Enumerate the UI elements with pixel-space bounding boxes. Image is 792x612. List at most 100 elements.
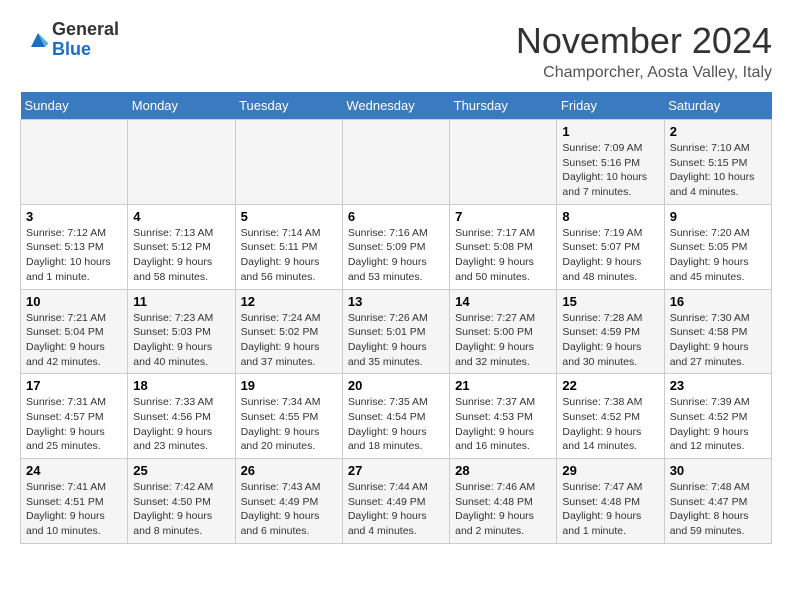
calendar-cell: 4 Sunrise: 7:13 AMSunset: 5:12 PMDaylight… bbox=[128, 204, 235, 289]
calendar-cell: 22 Sunrise: 7:38 AMSunset: 4:52 PMDayligh… bbox=[557, 374, 664, 459]
calendar-cell: 11Sunrise: 7:23 AMSunset: 5:03 PMDayligh… bbox=[128, 289, 235, 374]
calendar-cell: 26Sunrise: 7:43 AMSunset: 4:49 PMDayligh… bbox=[235, 459, 342, 544]
day-header-friday: Friday bbox=[557, 92, 664, 120]
day-number: 5 bbox=[241, 209, 337, 224]
calendar-cell: 17 Sunrise: 7:31 AMSunset: 4:57 PMDayligh… bbox=[21, 374, 128, 459]
day-info: Sunrise: 7:28 AMSunset: 4:59 PMDaylight:… bbox=[562, 311, 658, 370]
calendar-cell: 1 Sunrise: 7:09 AMSunset: 5:16 PMDaylight… bbox=[557, 120, 664, 205]
day-header-saturday: Saturday bbox=[664, 92, 771, 120]
day-number: 4 bbox=[133, 209, 229, 224]
calendar-cell: 29 Sunrise: 7:47 AMSunset: 4:48 PMDayligh… bbox=[557, 459, 664, 544]
location-title: Champorcher, Aosta Valley, Italy bbox=[516, 64, 772, 82]
day-info: Sunrise: 7:44 AMSunset: 4:49 PMDaylight:… bbox=[348, 480, 444, 539]
day-info: Sunrise: 7:31 AMSunset: 4:57 PMDaylight:… bbox=[26, 395, 122, 454]
calendar-cell: 9 Sunrise: 7:20 AMSunset: 5:05 PMDaylight… bbox=[664, 204, 771, 289]
day-number: 30 bbox=[670, 463, 766, 478]
calendar-header-row: SundayMondayTuesdayWednesdayThursdayFrid… bbox=[21, 92, 772, 120]
day-info: Sunrise: 7:38 AMSunset: 4:52 PMDaylight:… bbox=[562, 395, 658, 454]
calendar-cell bbox=[450, 120, 557, 205]
logo-text: General Blue bbox=[52, 20, 119, 60]
calendar-cell: 15Sunrise: 7:28 AMSunset: 4:59 PMDayligh… bbox=[557, 289, 664, 374]
day-number: 21 bbox=[455, 378, 551, 393]
calendar-week-5: 24 Sunrise: 7:41 AMSunset: 4:51 PMDayligh… bbox=[21, 459, 772, 544]
day-info: Sunrise: 7:39 AMSunset: 4:52 PMDaylight:… bbox=[670, 395, 766, 454]
day-info: Sunrise: 7:37 AMSunset: 4:53 PMDaylight:… bbox=[455, 395, 551, 454]
calendar-week-2: 3Sunrise: 7:12 AMSunset: 5:13 PMDaylight… bbox=[21, 204, 772, 289]
logo-blue: Blue bbox=[52, 40, 119, 60]
calendar-cell: 18 Sunrise: 7:33 AMSunset: 4:56 PMDayligh… bbox=[128, 374, 235, 459]
calendar-cell bbox=[342, 120, 449, 205]
day-info: Sunrise: 7:19 AMSunset: 5:07 PMDaylight:… bbox=[562, 226, 658, 285]
calendar-cell: 7Sunrise: 7:17 AMSunset: 5:08 PMDaylight… bbox=[450, 204, 557, 289]
day-info: Sunrise: 7:47 AMSunset: 4:48 PMDaylight:… bbox=[562, 480, 658, 539]
logo: General Blue bbox=[20, 20, 119, 60]
calendar-cell: 28 Sunrise: 7:46 AMSunset: 4:48 PMDayligh… bbox=[450, 459, 557, 544]
calendar-cell: 6 Sunrise: 7:16 AMSunset: 5:09 PMDaylight… bbox=[342, 204, 449, 289]
month-title: November 2024 bbox=[516, 20, 772, 62]
day-number: 24 bbox=[26, 463, 122, 478]
day-info: Sunrise: 7:43 AMSunset: 4:49 PMDaylight:… bbox=[241, 480, 337, 539]
day-number: 6 bbox=[348, 209, 444, 224]
day-info: Sunrise: 7:33 AMSunset: 4:56 PMDaylight:… bbox=[133, 395, 229, 454]
day-info: Sunrise: 7:35 AMSunset: 4:54 PMDaylight:… bbox=[348, 395, 444, 454]
day-info: Sunrise: 7:42 AMSunset: 4:50 PMDaylight:… bbox=[133, 480, 229, 539]
day-header-monday: Monday bbox=[128, 92, 235, 120]
calendar-cell: 21 Sunrise: 7:37 AMSunset: 4:53 PMDayligh… bbox=[450, 374, 557, 459]
day-header-tuesday: Tuesday bbox=[235, 92, 342, 120]
day-number: 28 bbox=[455, 463, 551, 478]
calendar-cell: 24 Sunrise: 7:41 AMSunset: 4:51 PMDayligh… bbox=[21, 459, 128, 544]
day-info: Sunrise: 7:27 AMSunset: 5:00 PMDaylight:… bbox=[455, 311, 551, 370]
day-info: Sunrise: 7:16 AMSunset: 5:09 PMDaylight:… bbox=[348, 226, 444, 285]
day-number: 19 bbox=[241, 378, 337, 393]
day-number: 1 bbox=[562, 124, 658, 139]
title-block: November 2024 Champorcher, Aosta Valley,… bbox=[516, 20, 772, 82]
day-number: 17 bbox=[26, 378, 122, 393]
day-info: Sunrise: 7:41 AMSunset: 4:51 PMDaylight:… bbox=[26, 480, 122, 539]
day-number: 14 bbox=[455, 294, 551, 309]
day-info: Sunrise: 7:10 AMSunset: 5:15 PMDaylight:… bbox=[670, 141, 766, 200]
calendar-cell: 3Sunrise: 7:12 AMSunset: 5:13 PMDaylight… bbox=[21, 204, 128, 289]
day-info: Sunrise: 7:48 AMSunset: 4:47 PMDaylight:… bbox=[670, 480, 766, 539]
day-info: Sunrise: 7:34 AMSunset: 4:55 PMDaylight:… bbox=[241, 395, 337, 454]
day-number: 16 bbox=[670, 294, 766, 309]
day-info: Sunrise: 7:20 AMSunset: 5:05 PMDaylight:… bbox=[670, 226, 766, 285]
day-number: 2 bbox=[670, 124, 766, 139]
day-info: Sunrise: 7:21 AMSunset: 5:04 PMDaylight:… bbox=[26, 311, 122, 370]
day-number: 9 bbox=[670, 209, 766, 224]
day-number: 25 bbox=[133, 463, 229, 478]
day-number: 12 bbox=[241, 294, 337, 309]
calendar-cell: 13 Sunrise: 7:26 AMSunset: 5:01 PMDayligh… bbox=[342, 289, 449, 374]
day-header-thursday: Thursday bbox=[450, 92, 557, 120]
calendar-week-1: 1 Sunrise: 7:09 AMSunset: 5:16 PMDaylight… bbox=[21, 120, 772, 205]
day-number: 22 bbox=[562, 378, 658, 393]
calendar-cell: 27Sunrise: 7:44 AMSunset: 4:49 PMDayligh… bbox=[342, 459, 449, 544]
calendar-cell: 5 Sunrise: 7:14 AMSunset: 5:11 PMDaylight… bbox=[235, 204, 342, 289]
calendar-cell: 30 Sunrise: 7:48 AMSunset: 4:47 PMDayligh… bbox=[664, 459, 771, 544]
calendar-cell: 19 Sunrise: 7:34 AMSunset: 4:55 PMDayligh… bbox=[235, 374, 342, 459]
calendar-cell: 10Sunrise: 7:21 AMSunset: 5:04 PMDayligh… bbox=[21, 289, 128, 374]
day-info: Sunrise: 7:14 AMSunset: 5:11 PMDaylight:… bbox=[241, 226, 337, 285]
day-info: Sunrise: 7:12 AMSunset: 5:13 PMDaylight:… bbox=[26, 226, 122, 285]
calendar-cell: 12Sunrise: 7:24 AMSunset: 5:02 PMDayligh… bbox=[235, 289, 342, 374]
day-info: Sunrise: 7:09 AMSunset: 5:16 PMDaylight:… bbox=[562, 141, 658, 200]
day-number: 18 bbox=[133, 378, 229, 393]
day-header-wednesday: Wednesday bbox=[342, 92, 449, 120]
day-number: 8 bbox=[562, 209, 658, 224]
day-number: 13 bbox=[348, 294, 444, 309]
day-info: Sunrise: 7:23 AMSunset: 5:03 PMDaylight:… bbox=[133, 311, 229, 370]
day-number: 29 bbox=[562, 463, 658, 478]
calendar-cell: 20Sunrise: 7:35 AMSunset: 4:54 PMDayligh… bbox=[342, 374, 449, 459]
calendar-cell: 8 Sunrise: 7:19 AMSunset: 5:07 PMDaylight… bbox=[557, 204, 664, 289]
calendar-cell bbox=[21, 120, 128, 205]
day-info: Sunrise: 7:13 AMSunset: 5:12 PMDaylight:… bbox=[133, 226, 229, 285]
day-number: 23 bbox=[670, 378, 766, 393]
calendar-week-3: 10Sunrise: 7:21 AMSunset: 5:04 PMDayligh… bbox=[21, 289, 772, 374]
calendar-week-4: 17 Sunrise: 7:31 AMSunset: 4:57 PMDayligh… bbox=[21, 374, 772, 459]
day-info: Sunrise: 7:17 AMSunset: 5:08 PMDaylight:… bbox=[455, 226, 551, 285]
calendar-cell bbox=[235, 120, 342, 205]
page-header: General Blue November 2024 Champorcher, … bbox=[20, 20, 772, 82]
day-info: Sunrise: 7:46 AMSunset: 4:48 PMDaylight:… bbox=[455, 480, 551, 539]
day-info: Sunrise: 7:26 AMSunset: 5:01 PMDaylight:… bbox=[348, 311, 444, 370]
calendar-cell: 23 Sunrise: 7:39 AMSunset: 4:52 PMDayligh… bbox=[664, 374, 771, 459]
calendar-cell: 14 Sunrise: 7:27 AMSunset: 5:00 PMDayligh… bbox=[450, 289, 557, 374]
